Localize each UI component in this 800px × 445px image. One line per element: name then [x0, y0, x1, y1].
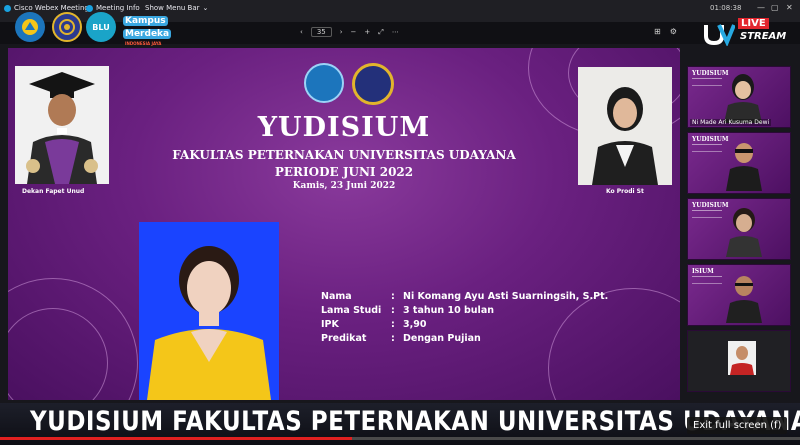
slide-logos [304, 63, 394, 105]
yudisium-slide: YUDISIUM FAKULTAS PETERNAKAN UNIVERSITAS… [8, 48, 680, 400]
dekan-portrait [15, 66, 109, 184]
graduate-photo [139, 222, 279, 400]
maximize-icon[interactable]: ▢ [771, 3, 779, 12]
minimize-icon[interactable]: — [757, 3, 765, 12]
prodi-caption: Ko Prodi St [606, 188, 644, 195]
page-number[interactable]: 35 [310, 27, 332, 37]
prev-page-icon[interactable]: ‹ [300, 28, 303, 36]
video-progress-bar[interactable] [0, 437, 800, 440]
grid-view-icon[interactable]: ⊞ [654, 27, 661, 36]
graduate-info: Nama : Ni Komang Ayu Asti Suarningsih, S… [321, 289, 608, 345]
info-row-gpa: IPK : 3,90 [321, 318, 427, 330]
webex-controls: ‹ 35 › − + ⤢ ⋯ ⊞ ⚙ [0, 22, 800, 44]
meeting-info-button[interactable]: Meeting Info [86, 4, 140, 12]
banner-ticker: YUDISIUM FAKULTAS PETERNAKAN UNIVERSITAS… [30, 407, 800, 437]
blu-logo: BLU [86, 12, 116, 42]
close-icon[interactable]: ✕ [786, 3, 793, 12]
unud-logo [52, 12, 82, 42]
info-row-predicate: Predikat : Dengan Pujian [321, 332, 481, 344]
show-menu-bar-button[interactable]: Show Menu Bar ⌄ [145, 4, 208, 12]
webex-icon [4, 4, 11, 12]
info-row-study-length: Lama Studi : 3 tahun 10 bulan [321, 304, 494, 316]
participant-tile[interactable]: YUDISIUM [687, 198, 791, 260]
kampus-merdeka-logo: Kampus Merdeka INDONESIA JAYA [123, 16, 172, 46]
fit-icon[interactable]: ⤢ [378, 28, 384, 37]
exit-fullscreen-button[interactable]: Exit full screen (f) [687, 417, 788, 434]
live-stream-badge: LIVE STREAM [738, 18, 787, 42]
uv-logo [703, 22, 736, 47]
video-frame: Cisco Webex Meetings Meeting Info Show M… [0, 0, 800, 445]
settings-icon[interactable]: ⚙ [670, 27, 677, 36]
chevron-down-icon: ⌄ [202, 4, 209, 12]
info-row-name: Nama : Ni Komang Ayu Asti Suarningsih, S… [321, 290, 609, 302]
unud-emblem [352, 63, 394, 105]
zoom-out-icon[interactable]: − [351, 28, 357, 36]
dekan-caption: Dekan Fapet Unud [22, 188, 85, 195]
participant-tile[interactable] [687, 330, 791, 392]
webex-app-label: Cisco Webex Meetings [4, 4, 93, 12]
next-page-icon[interactable]: › [340, 28, 343, 36]
webex-top-bar: Cisco Webex Meetings Meeting Info Show M… [0, 0, 800, 22]
tut-wuri-emblem [304, 63, 344, 103]
video-progress-fill [0, 437, 352, 440]
info-icon [86, 4, 93, 12]
participant-panel: YUDISIUM Ni Made Ari Kusuma Dewi YUDISIU… [687, 66, 791, 396]
tut-wuri-logo [15, 12, 45, 42]
participant-name: Ni Made Ari Kusuma Dewi [690, 119, 772, 126]
page-navigator: ‹ 35 › − + ⤢ ⋯ [300, 27, 399, 37]
view-controls: ⊞ ⚙ [654, 27, 677, 36]
zoom-in-icon[interactable]: + [364, 28, 370, 36]
more-icon[interactable]: ⋯ [392, 28, 399, 36]
meeting-timer: 01:08:38 [710, 4, 742, 12]
participant-tile[interactable]: ISIUM [687, 264, 791, 326]
participant-tile[interactable]: YUDISIUM Ni Made Ari Kusuma Dewi [687, 66, 791, 128]
participant-tile[interactable]: YUDISIUM [687, 132, 791, 194]
prodi-portrait [578, 67, 672, 185]
